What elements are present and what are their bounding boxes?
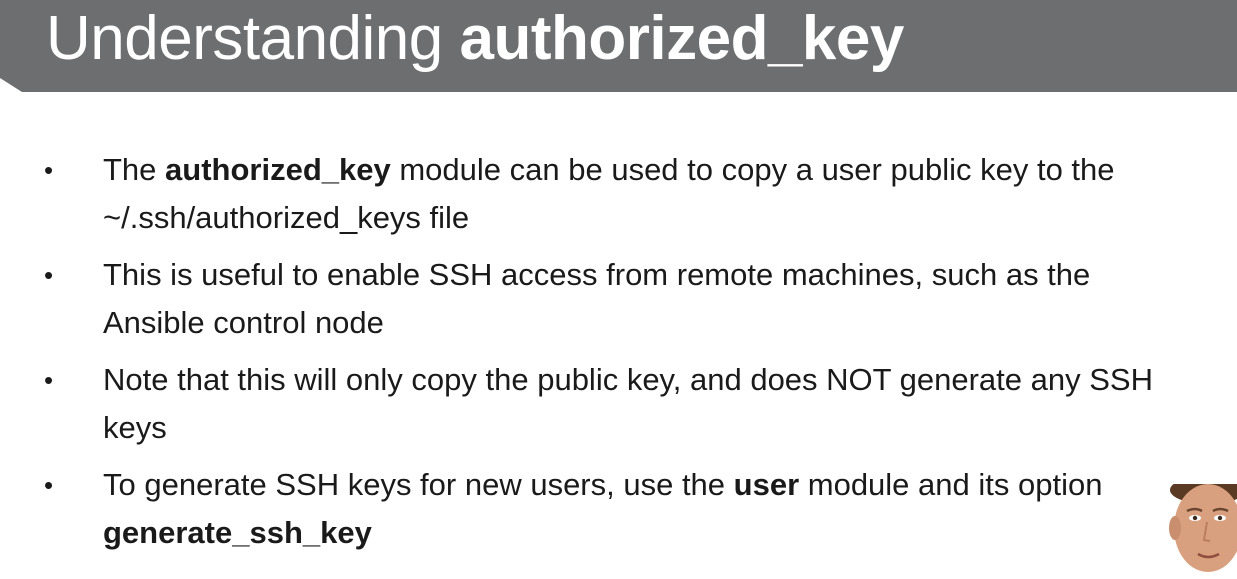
slide: Understanding authorized_key • The autho… bbox=[0, 0, 1237, 579]
bullet-text-part: Note that this will only copy the public… bbox=[103, 362, 1153, 445]
bullet-text-bold: authorized_key bbox=[165, 152, 391, 187]
bullet-list: • The authorized_key module can be used … bbox=[0, 146, 1237, 566]
bullet-item: • To generate SSH keys for new users, us… bbox=[0, 461, 1193, 557]
bullet-item: • This is useful to enable SSH access fr… bbox=[0, 251, 1193, 347]
bullet-item: • Note that this will only copy the publ… bbox=[0, 356, 1193, 452]
bullet-text: To generate SSH keys for new users, use … bbox=[103, 467, 1102, 550]
bullet-dot-icon: • bbox=[44, 260, 54, 290]
bullet-text: Note that this will only copy the public… bbox=[103, 362, 1153, 445]
bullet-text-part: The bbox=[103, 152, 166, 187]
slide-title: Understanding authorized_key bbox=[46, 0, 904, 78]
bullet-text-bold: user bbox=[733, 467, 800, 502]
bullet-text-bold: generate_ssh_key bbox=[103, 515, 372, 550]
title-bold: authorized_key bbox=[459, 4, 905, 73]
title-regular: Understanding bbox=[46, 4, 460, 73]
bullet-dot-icon: • bbox=[44, 470, 54, 500]
bullet-dot-icon: • bbox=[44, 155, 54, 185]
bullet-text: The authorized_key module can be used to… bbox=[103, 152, 1115, 235]
bullet-text: This is useful to enable SSH access from… bbox=[103, 257, 1090, 340]
bullet-text-part: This is useful to enable SSH access from… bbox=[103, 257, 1091, 340]
bullet-text-part: module and its option bbox=[799, 467, 1103, 502]
presenter-video-thumbnail bbox=[1169, 484, 1237, 572]
bullet-item: • The authorized_key module can be used … bbox=[0, 146, 1193, 242]
bullet-text-part: To generate SSH keys for new users, use … bbox=[103, 467, 734, 502]
bullet-dot-icon: • bbox=[44, 365, 54, 395]
